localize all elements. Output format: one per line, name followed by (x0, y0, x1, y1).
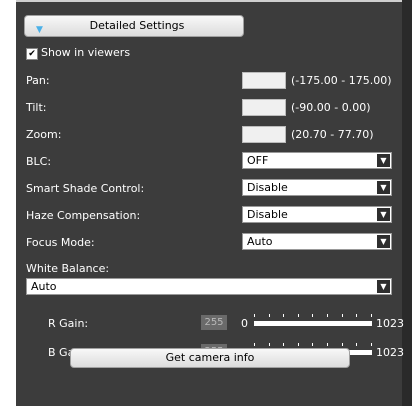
haze-select[interactable]: Disable ▼ (242, 206, 392, 223)
blc-select[interactable]: OFF ▼ (242, 152, 392, 169)
slider-tick (327, 314, 328, 317)
slider-tick (341, 343, 343, 346)
tilt-label: Tilt: (26, 101, 47, 114)
detailed-settings-toggle[interactable]: ▼ Detailed Settings (24, 15, 244, 37)
b-gain-max: 1023 (376, 346, 404, 359)
dropdown-arrow-icon[interactable]: ▼ (377, 235, 390, 248)
slider-tick (268, 343, 270, 346)
slider-tick (356, 314, 358, 317)
dropdown-arrow-icon[interactable]: ▼ (377, 154, 390, 167)
white-balance-select[interactable]: Auto ▼ (26, 278, 392, 295)
r-gain-label: R Gain: (48, 317, 89, 330)
expand-triangle-icon: ▼ (36, 25, 43, 35)
slider-tick (254, 343, 255, 346)
tilt-range: (-90.00 - 0.00) (291, 101, 371, 114)
slider-tick (268, 314, 270, 317)
white-balance-value: Auto (31, 280, 57, 293)
smart-shade-select[interactable]: Disable ▼ (242, 179, 392, 196)
slider-tick (297, 343, 299, 346)
slider-tick (254, 314, 255, 317)
focus-mode-value: Auto (247, 235, 273, 248)
smart-shade-value: Disable (247, 181, 288, 194)
white-balance-label: White Balance: (26, 262, 110, 275)
smart-shade-label: Smart Shade Control: (26, 182, 145, 195)
zoom-range: (20.70 - 77.70) (291, 128, 374, 141)
panel-top-border (16, 0, 402, 2)
slider-tick (297, 314, 299, 317)
r-gain-slider[interactable] (254, 321, 372, 326)
pan-label: Pan: (26, 74, 50, 87)
slider-tick (370, 314, 372, 317)
show-in-viewers-checkbox[interactable]: ✔ (26, 48, 38, 60)
blc-value: OFF (247, 154, 269, 167)
slider-tick (370, 343, 372, 346)
zoom-label: Zoom: (26, 128, 62, 141)
slider-tick (283, 314, 285, 317)
dropdown-arrow-icon[interactable]: ▼ (377, 280, 390, 293)
r-gain-min: 0 (241, 317, 248, 330)
r-gain-value: 255 (201, 315, 227, 330)
zoom-input[interactable] (242, 126, 286, 143)
slider-tick (312, 314, 314, 317)
haze-label: Haze Compensation: (26, 209, 141, 222)
haze-value: Disable (247, 208, 288, 221)
dropdown-arrow-icon[interactable]: ▼ (377, 181, 390, 194)
pan-range: (-175.00 - 175.00) (291, 74, 392, 87)
pan-input[interactable] (242, 72, 286, 89)
get-camera-info-button[interactable]: Get camera info (70, 348, 350, 368)
r-gain-max: 1023 (376, 317, 404, 330)
slider-tick (283, 343, 285, 346)
focus-mode-label: Focus Mode: (26, 236, 95, 249)
dropdown-arrow-icon[interactable]: ▼ (377, 208, 390, 221)
slider-tick (327, 343, 328, 346)
detailed-settings-label: Detailed Settings (89, 19, 185, 32)
slider-tick (341, 314, 343, 317)
slider-tick (356, 343, 358, 346)
blc-label: BLC: (26, 155, 52, 168)
show-in-viewers-label: Show in viewers (41, 46, 131, 59)
focus-mode-select[interactable]: Auto ▼ (242, 233, 392, 250)
tilt-input[interactable] (242, 99, 286, 116)
slider-tick (312, 343, 314, 346)
